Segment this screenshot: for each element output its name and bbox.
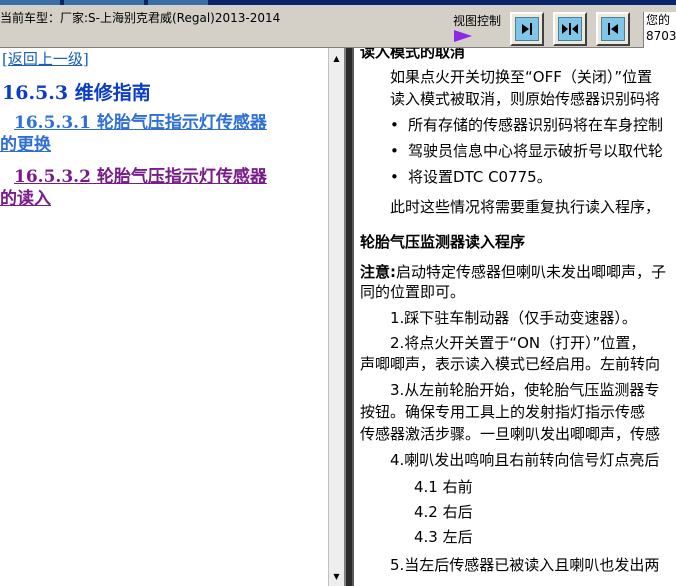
split-view-button[interactable] [553, 12, 587, 46]
bullet-item: • 将设置DTC C0775。 [390, 168, 552, 186]
link-line: 的更换 [0, 135, 51, 155]
paragraph-line: 如果点火开关切换至“OFF（关闭）”位置 [390, 68, 653, 86]
step-line: 1.踩下驻车制动器（仅手动变速器）。 [390, 309, 637, 327]
link-sensor-replacement[interactable]: 16.5.3.1 轮胎气压指示灯传感器 的更换 [0, 112, 322, 156]
arrow-right-bar-icon [522, 23, 532, 35]
user-info-line: 您的 [646, 13, 671, 27]
back-link[interactable]: [返回上一级] [2, 48, 89, 69]
section-heading: 轮胎气压监测器读入程序 [360, 233, 526, 251]
purple-play-arrow-icon [454, 30, 472, 42]
paragraph-line: 此时这些情况将需要重复执行读入程序， [390, 198, 661, 216]
top-tab-strip [0, 0, 676, 5]
section-title: 16.5.3 维修指南 [2, 82, 151, 104]
navigation-pane: [返回上一级] 16.5.3 维修指南 16.5.3.1 轮胎气压指示灯传感器 … [0, 48, 328, 586]
link-line: 16.5.3.2 轮胎气压指示灯传感器 [14, 167, 267, 187]
content-pane: 读入模式的取消 如果点火开关切换至“OFF（关闭）”位置 读入模式被取消，则原始… [354, 48, 676, 586]
step-line: 传感器激活步骤。一旦喇叭发出唧唧声，传感 [360, 425, 661, 443]
substep-item: 4.3 左后 [414, 528, 473, 546]
bullet-item: • 所有存储的传感器识别码将在车身控制 [390, 116, 664, 134]
bullet-item: • 驾驶员信息中心将显示破折号以取代轮 [390, 142, 664, 160]
pane-divider[interactable] [344, 48, 354, 586]
step-line: 4.喇叭发出鸣响且右前转向信号灯点亮后 [390, 451, 660, 469]
expand-left-pane-button[interactable] [510, 12, 544, 46]
step-line: 声唧唧声，表示读入模式已经启用。左前转向 [360, 355, 661, 373]
step-line: 2.将点火开关置于“ON（打开）”位置， [390, 334, 646, 352]
arrow-left-bar-icon [608, 23, 618, 35]
note-line: 注意:启动特定传感器但喇叭未发出唧唧声，子 [360, 263, 667, 281]
note-line: 同的位置即可。 [360, 283, 466, 301]
current-vehicle-label: 当前车型：厂家:S-上海别克君威(Regal)2013-2014 [0, 11, 281, 25]
user-info-line: 87038 [646, 29, 676, 43]
expand-right-pane-button[interactable] [596, 12, 630, 46]
substep-item: 4.2 右后 [414, 503, 473, 521]
scroll-down-icon[interactable]: ▼ [329, 568, 344, 584]
step-line: 按钮。确保专用工具上的发射指灯指示传感 [360, 403, 646, 421]
section-heading: 读入模式的取消 [360, 48, 466, 61]
note-label: 注意: [360, 263, 396, 281]
step-line: 5.当左后传感器已被读入且喇叭也发出两 [390, 556, 660, 574]
link-sensor-learn[interactable]: 16.5.3.2 轮胎气压指示灯传感器 的读入 [0, 166, 322, 210]
paragraph-line: 读入模式被取消，则原始传感器识别码将 [390, 90, 661, 108]
link-line: 16.5.3.1 轮胎气压指示灯传感器 [14, 113, 267, 133]
bullet-icon: • [390, 142, 399, 160]
double-arrow-icon [562, 23, 578, 35]
user-info-box: 您的 87038 [643, 12, 676, 48]
view-control-label: 视图控制 [453, 14, 502, 28]
left-scrollbar[interactable]: ▲ ▼ [328, 48, 344, 586]
step-line: 3.从左前轮胎开始，使轮胎气压监测器专 [390, 381, 660, 399]
substep-item: 4.1 右前 [414, 478, 473, 496]
bullet-icon: • [390, 168, 399, 186]
scroll-up-icon[interactable]: ▲ [329, 50, 344, 66]
top-toolbar: 当前车型：厂家:S-上海别克君威(Regal)2013-2014 视图控制 您的… [0, 0, 676, 48]
link-line: 的读入 [0, 189, 51, 209]
bullet-icon: • [390, 116, 399, 134]
